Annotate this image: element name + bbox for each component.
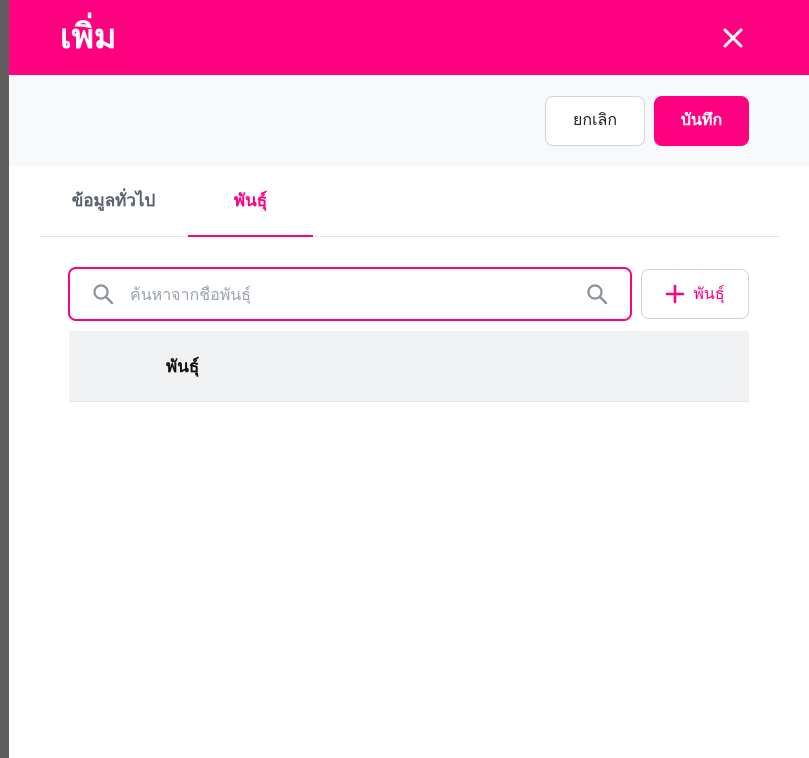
breed-table: พันธุ์ bbox=[69, 331, 749, 402]
tab-bar: ข้อมูลทั่วไป พันธุ์ bbox=[39, 166, 779, 237]
add-modal: เพิ่ม ยกเลิก บันทึก ข้อมูลทั่วไป พันธุ์ bbox=[9, 0, 809, 758]
search-row: พันธุ์ bbox=[68, 267, 749, 321]
tab-breed[interactable]: พันธุ์ bbox=[188, 165, 313, 237]
action-bar: ยกเลิก บันทึก bbox=[9, 75, 809, 166]
add-breed-button[interactable]: พันธุ์ bbox=[641, 269, 749, 319]
cancel-button[interactable]: ยกเลิก bbox=[545, 95, 645, 146]
close-icon bbox=[723, 28, 743, 47]
search-input[interactable] bbox=[130, 284, 586, 304]
modal-title: เพิ่ม bbox=[60, 16, 117, 57]
save-button[interactable]: บันทึก bbox=[654, 95, 749, 146]
tab-general-info[interactable]: ข้อมูลทั่วไป bbox=[39, 165, 188, 236]
search-submit-icon[interactable] bbox=[586, 283, 608, 305]
table-header: พันธุ์ bbox=[69, 331, 749, 402]
add-breed-label: พันธุ์ bbox=[693, 283, 725, 303]
search-box[interactable] bbox=[68, 267, 632, 321]
close-button[interactable] bbox=[718, 23, 748, 53]
plus-icon bbox=[666, 284, 685, 304]
page-backdrop bbox=[0, 0, 9, 758]
search-icon bbox=[92, 283, 114, 305]
modal-header: เพิ่ม bbox=[9, 0, 809, 75]
column-header-breed: พันธุ์ bbox=[166, 356, 200, 377]
